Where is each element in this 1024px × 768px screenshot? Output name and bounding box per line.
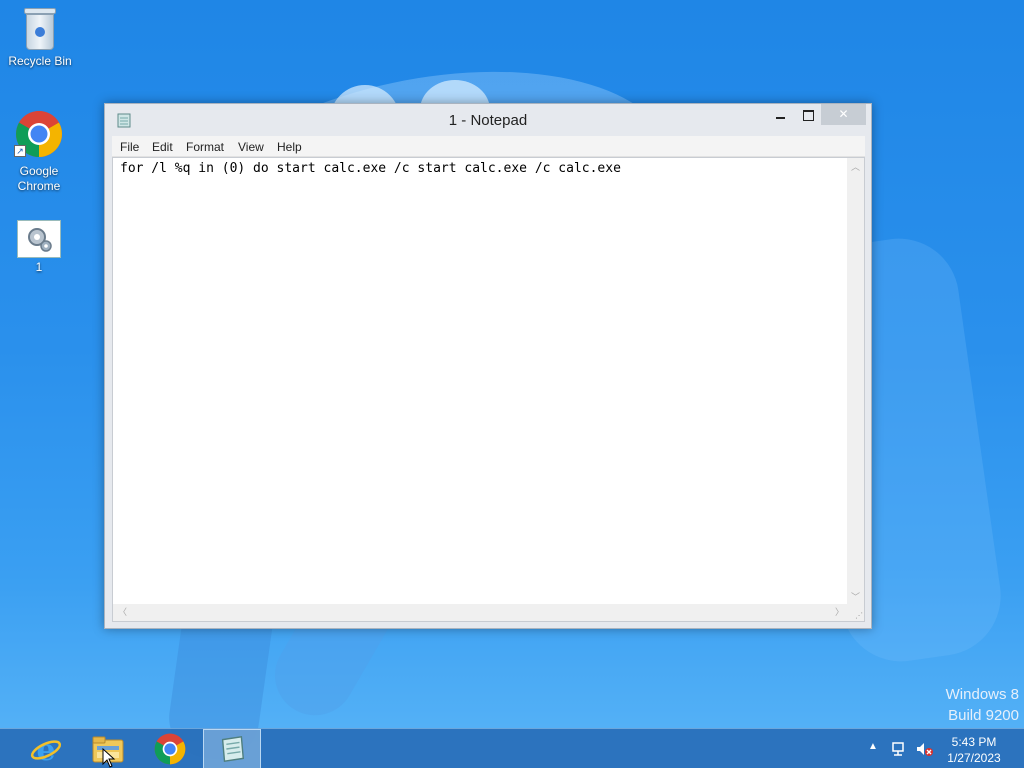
horizontal-scrollbar[interactable]: 〈 〉 — [113, 604, 849, 621]
windows-build-watermark: Windows 8 Build 9200 — [946, 684, 1019, 726]
grip-icon: ⋰ — [855, 611, 863, 620]
size-grip[interactable]: ⋰ — [847, 604, 864, 621]
internet-explorer-icon: e — [30, 733, 62, 766]
desktop-icon-label: Google Chrome — [17, 164, 61, 193]
menu-help[interactable]: Help — [277, 140, 302, 154]
menu-format[interactable]: Format — [186, 140, 224, 154]
clock-time: 5:43 PM — [951, 735, 997, 749]
maximize-button[interactable] — [794, 104, 821, 125]
scroll-right-icon[interactable]: 〉 — [835, 607, 844, 617]
shortcut-arrow-icon: ↗ — [14, 145, 26, 157]
desktop-icon-google-chrome[interactable]: Google Chrome — [1, 110, 77, 194]
chrome-icon — [154, 733, 186, 765]
recycle-bin-icon — [22, 6, 58, 52]
system-clock[interactable]: 5:43 PM 1/27/2023 — [940, 734, 1008, 766]
close-button[interactable]: ✕ — [821, 104, 866, 125]
editor-content[interactable]: for /l %q in (0) do start calc.exe /c st… — [120, 161, 621, 176]
menu-edit[interactable]: Edit — [152, 140, 173, 154]
window-title: 1 - Notepad — [448, 112, 528, 129]
scroll-down-icon[interactable]: ﹀ — [851, 592, 860, 602]
watermark-line-1: Windows 8 — [945, 686, 1019, 703]
menu-file[interactable]: File — [120, 140, 139, 154]
network-icon[interactable] — [890, 741, 906, 768]
mouse-cursor-icon — [102, 748, 116, 768]
show-hidden-icons-button[interactable]: ▲ — [868, 741, 878, 768]
close-icon: ✕ — [838, 107, 849, 121]
taskbar-notepad-active[interactable] — [203, 729, 261, 768]
notepad-window[interactable]: 1 - Notepad ✕ File Edit Format View Help… — [104, 103, 872, 629]
desktop-icon-file-1[interactable]: 1 — [1, 220, 77, 275]
scroll-up-icon[interactable]: ︿ — [851, 162, 860, 172]
clock-date: 1/27/2023 — [947, 751, 1001, 765]
notepad-icon — [221, 736, 245, 762]
desktop-icon-label: Recycle Bin — [8, 54, 72, 68]
taskbar-internet-explorer[interactable]: e — [17, 729, 75, 768]
desktop-icon-recycle-bin[interactable]: Recycle Bin — [2, 6, 78, 69]
text-editor-area[interactable]: for /l %q in (0) do start calc.exe /c st… — [112, 157, 865, 622]
menu-bar: File Edit Format View Help — [112, 136, 865, 157]
taskbar-google-chrome[interactable] — [141, 729, 199, 768]
title-bar[interactable]: 1 - Notepad ✕ — [105, 104, 871, 136]
desktop-icon-label: 1 — [35, 260, 43, 274]
svg-text:e: e — [36, 733, 55, 766]
scroll-left-icon[interactable]: 〈 — [118, 607, 127, 617]
menu-view[interactable]: View — [238, 140, 264, 154]
minimize-button[interactable] — [767, 104, 794, 125]
watermark-line-2: Build 9200 — [948, 707, 1019, 724]
volume-muted-icon[interactable] — [915, 741, 933, 768]
vertical-scrollbar[interactable]: ︿ ﹀ — [847, 158, 864, 605]
file-settings-icon — [17, 220, 61, 258]
taskbar: e ▲ 5:43 PM 1/27/2023 — [0, 728, 1024, 768]
